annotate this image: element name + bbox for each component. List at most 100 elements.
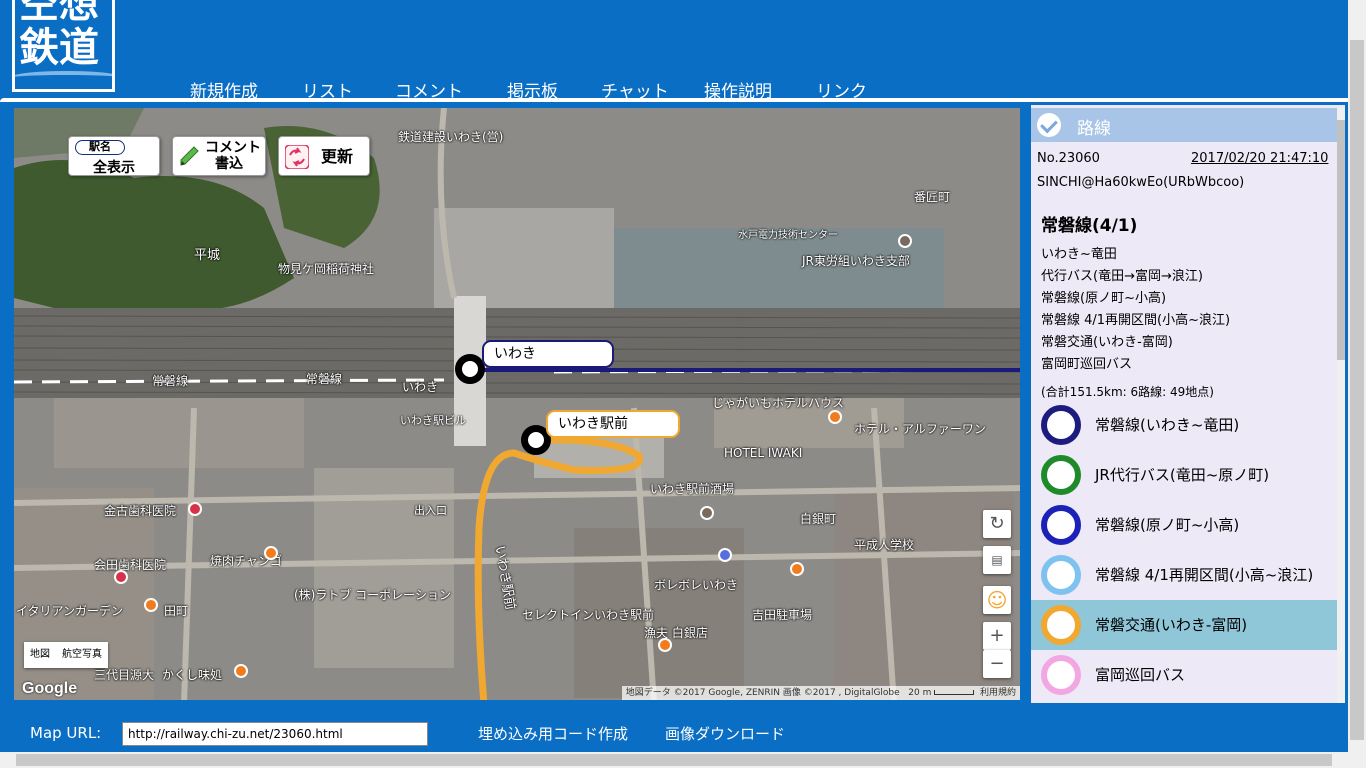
map-url-field[interactable]	[122, 722, 428, 746]
map-label: HOTEL IWAKI	[724, 446, 803, 460]
map-label: イタリアンガーデン	[16, 604, 124, 618]
route-color-ring	[1041, 555, 1081, 595]
zoom-in-button[interactable]: +	[983, 622, 1011, 650]
image-download-link[interactable]: 画像ダウンロード	[665, 723, 785, 744]
map-label: 番匠町	[914, 190, 951, 204]
route-color-ring	[1041, 605, 1081, 645]
parking-marker-icon	[700, 506, 714, 520]
description-line: 代行バス(竜田→富岡→浪江)	[1041, 269, 1203, 284]
map-url-label: Map URL:	[30, 724, 102, 742]
post-datetime[interactable]: 2017/02/20 21:47:10	[1191, 151, 1328, 166]
route-item-selected[interactable]: 常磐交通(いわき-富岡)	[1031, 600, 1337, 650]
restaurant-marker-icon	[828, 410, 842, 424]
map-number: No.23060	[1037, 151, 1100, 166]
route-color-ring	[1041, 455, 1081, 495]
station-marker[interactable]	[455, 354, 485, 384]
page-vertical-scrollbar-thumb[interactable]	[1350, 40, 1364, 740]
route-item[interactable]: 常磐線(いわき~竜田)	[1031, 400, 1337, 450]
description-line: 常磐交通(いわき-富岡)	[1041, 335, 1173, 350]
map-label: 物見ケ岡稲荷神社	[278, 262, 375, 276]
map-label: 常磐線	[152, 374, 189, 388]
page-horizontal-scrollbar[interactable]	[0, 752, 1348, 768]
panel-scrollbar-thumb[interactable]	[1337, 120, 1345, 360]
description-line: 常磐線(原ノ町~小高)	[1041, 291, 1167, 306]
map-label: ボレボレいわき	[654, 578, 739, 592]
route-color-ring	[1041, 405, 1081, 445]
google-logo: Google	[22, 680, 78, 697]
map-label: 水戸電力技術センター	[738, 230, 838, 241]
route-color-ring	[1041, 505, 1081, 545]
terms-link[interactable]: 利用規約	[980, 688, 1016, 698]
map-label: 会田歯科医院	[94, 558, 167, 572]
site-logo[interactable]: 空想 鉄道	[12, 0, 115, 92]
panel-header[interactable]: 路線	[1031, 108, 1339, 142]
route-panel: 路線 No.23060 2017/02/20 21:47:10 SINCHI@H…	[1028, 102, 1348, 706]
route-summary: (合計151.5km: 6路線: 49地点)	[1041, 385, 1214, 399]
map-type-road[interactable]: 地図	[24, 642, 56, 668]
zoom-out-button[interactable]: −	[983, 650, 1011, 678]
map-label: JR東労組いわき支部	[802, 254, 910, 268]
panel-title: 路線	[1077, 119, 1111, 139]
street-view-pegman-icon[interactable]: ☺	[983, 586, 1011, 614]
map-label: かくし味処	[162, 668, 223, 682]
route-item[interactable]: JR代行バス(竜田~原ノ町)	[1031, 450, 1337, 500]
tilt-icon[interactable]: ▤	[983, 546, 1011, 574]
refresh-label: 更新	[321, 147, 354, 166]
map-label: 出入口	[414, 504, 447, 517]
map-label: 白銀町	[800, 512, 837, 526]
map-label: 金古歯科医院	[104, 504, 177, 518]
station-label[interactable]: いわき駅前	[546, 410, 680, 438]
restaurant-marker-icon	[658, 638, 672, 652]
hospital-marker-icon	[188, 502, 202, 516]
route-title: 常磐線(4/1)	[1041, 216, 1138, 236]
pencil-icon	[179, 145, 199, 166]
show-station-names-button[interactable]: 駅名 全表示	[68, 136, 160, 176]
route-name: 富岡巡回バス	[1095, 666, 1186, 684]
map-label: いわき駅ビル	[400, 414, 466, 427]
map-label: 吉田駐車場	[752, 608, 813, 622]
page-vertical-scrollbar[interactable]	[1348, 0, 1366, 768]
comment-label-line1: コメント	[205, 140, 261, 156]
attribution-text[interactable]: 地図データ ©2017 Google, ZENRIN 画像 ©2017 , Di…	[626, 688, 900, 698]
route-color-ring	[1041, 655, 1081, 695]
restaurant-marker-icon	[144, 598, 158, 612]
logo-line1: 空想	[19, 0, 99, 27]
route-name: 常磐交通(いわき-富岡)	[1095, 616, 1248, 634]
logo-line2: 鉄道	[19, 25, 99, 71]
route-item[interactable]: 常磐線(原ノ町~小高)	[1031, 500, 1337, 550]
route-name: 常磐線(原ノ町~小高)	[1095, 516, 1240, 534]
map-label: (株)ラトブ コーポレーション	[294, 588, 451, 602]
map-type-switcher: 地図 航空写真	[24, 642, 108, 668]
description-line: 富岡町巡回バス	[1041, 357, 1133, 372]
hospital-marker-icon	[114, 570, 128, 584]
map-label: 常磐線	[306, 372, 343, 386]
shopping-marker-icon	[718, 548, 732, 562]
refresh-icon	[284, 144, 310, 173]
map-view[interactable]: 駅名 全表示 コメント 書込 更新 鉄道建設いわき(営) 平城 物見ケ岡稲荷神社…	[12, 106, 1022, 702]
map-label: 鉄道建設いわき(営)	[398, 130, 504, 144]
route-name: 常磐線 4/1再開区間(小高~浪江)	[1095, 566, 1314, 584]
map-label: いわき駅前酒場	[650, 482, 735, 496]
rotate-icon[interactable]: ↻	[983, 510, 1011, 538]
scale-text: 20 m	[908, 688, 932, 698]
comment-label-line2: 書込	[215, 156, 243, 172]
checkmark-icon	[1037, 113, 1061, 137]
station-show-all-label: 全表示	[93, 160, 135, 176]
route-name: JR代行バス(竜田~原ノ町)	[1095, 466, 1270, 484]
page-horizontal-scrollbar-thumb[interactable]	[16, 754, 1332, 766]
map-type-satellite[interactable]: 航空写真	[56, 642, 108, 668]
refresh-button[interactable]: 更新	[278, 136, 370, 176]
description-line: いわき~竜田	[1041, 247, 1117, 262]
write-comment-button[interactable]: コメント 書込	[172, 136, 266, 176]
panel-scrollbar[interactable]	[1337, 108, 1345, 703]
embed-code-link[interactable]: 埋め込み用コード作成	[478, 723, 628, 744]
route-name: 常磐線(いわき~竜田)	[1095, 416, 1240, 434]
header: 空想 鉄道 新規作成 リスト コメント 掲示板 チャット 操作説明 リンク	[0, 0, 1348, 102]
route-item[interactable]: 常磐線 4/1再開区間(小高~浪江)	[1031, 550, 1337, 600]
route-item[interactable]: 富岡巡回バス	[1031, 650, 1337, 700]
map-label: 漁夫 白銀店	[644, 626, 708, 640]
map-label: 三代目源大	[94, 668, 155, 682]
scale-bar	[934, 690, 975, 695]
station-label[interactable]: いわき	[482, 340, 614, 368]
description-line: 常磐線 4/1再開区間(小高~浪江)	[1041, 313, 1231, 328]
